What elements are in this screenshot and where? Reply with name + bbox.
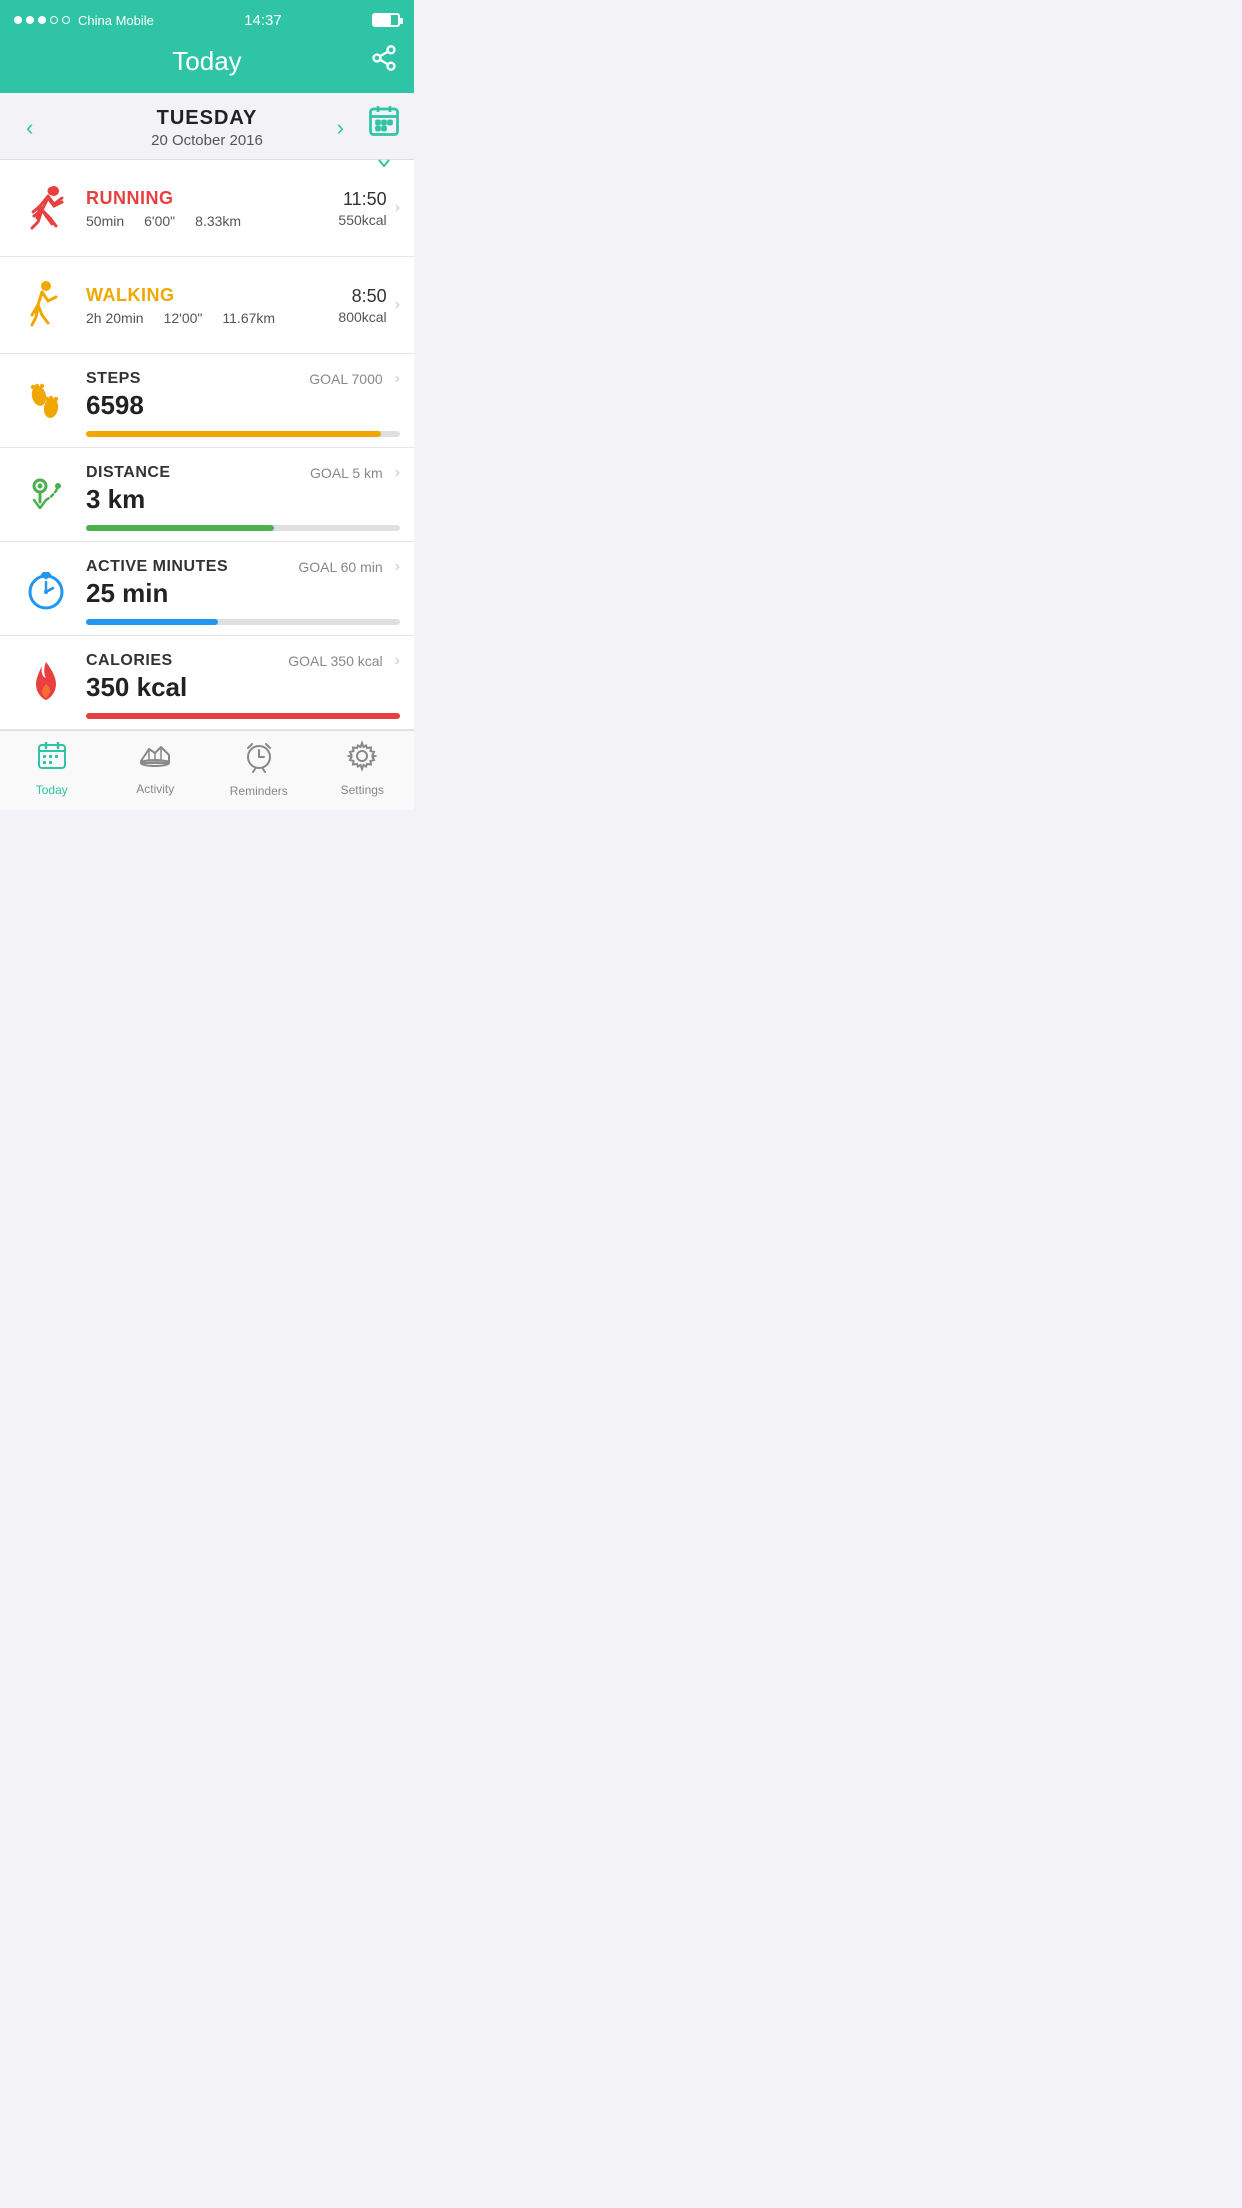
calories-icon <box>14 652 78 716</box>
nav-activity[interactable]: Activity <box>119 741 191 796</box>
battery-fill <box>374 15 391 25</box>
signal-dot-4 <box>50 16 58 24</box>
walking-chevron-icon: › <box>395 296 400 314</box>
active-minutes-info: ACTIVE MINUTES 25 min GOAL 60 min › <box>78 558 400 625</box>
distance-value: 3 km <box>86 484 171 515</box>
calories-value: 350 kcal <box>86 672 187 703</box>
distance-metric-row[interactable]: DISTANCE 3 km GOAL 5 km › <box>0 448 414 542</box>
next-day-button[interactable]: › <box>327 111 354 145</box>
walking-icon <box>14 273 78 337</box>
distance-info: DISTANCE 3 km GOAL 5 km › <box>78 464 400 531</box>
walking-distance: 11.67km <box>222 310 275 326</box>
active-minutes-value: 25 min <box>86 578 228 609</box>
walking-time-wrap: 8:50 800kcal <box>338 286 386 325</box>
steps-value: 6598 <box>86 390 144 421</box>
signal-dot-1 <box>14 16 22 24</box>
walking-activity-row[interactable]: WALKING 2h 20min 12'00" 11.67km 8:50 800… <box>0 257 414 354</box>
day-name: TUESDAY <box>151 107 263 130</box>
today-nav-icon <box>36 740 68 779</box>
calendar-picker-button[interactable] <box>366 103 402 174</box>
steps-progress-bar <box>86 431 400 437</box>
distance-label: DISTANCE <box>86 464 171 482</box>
calories-info: CALORIES 350 kcal GOAL 350 kcal › <box>78 652 400 719</box>
distance-progress-bar <box>86 525 400 531</box>
today-nav-label: Today <box>36 783 68 797</box>
status-bar: China Mobile 14:37 <box>0 0 414 36</box>
calories-progress-bar <box>86 713 400 719</box>
active-minutes-goal-wrap: GOAL 60 min › <box>298 558 400 576</box>
nav-settings[interactable]: Settings <box>326 740 398 797</box>
content-area: RUNNING 50min 6'00" 8.33km 11:50 550kcal… <box>0 160 414 730</box>
distance-goal-wrap: GOAL 5 km › <box>310 464 400 482</box>
active-minutes-progress-fill <box>86 619 218 625</box>
reminders-nav-label: Reminders <box>230 784 288 798</box>
running-distance: 8.33km <box>195 213 241 229</box>
running-activity-row[interactable]: RUNNING 50min 6'00" 8.33km 11:50 550kcal… <box>0 160 414 257</box>
header: Today <box>0 36 414 93</box>
page-title: Today <box>172 46 241 77</box>
bottom-navigation: Today Activity <box>0 730 414 810</box>
running-duration: 50min <box>86 213 124 229</box>
activity-nav-label: Activity <box>136 782 174 796</box>
running-info: RUNNING 50min 6'00" 8.33km <box>78 188 338 229</box>
calories-goal-wrap: GOAL 350 kcal › <box>288 652 400 670</box>
steps-metric-row[interactable]: STEPS 6598 GOAL 7000 › <box>0 354 414 448</box>
distance-icon <box>14 464 78 528</box>
prev-day-button[interactable]: ‹ <box>16 111 43 145</box>
status-left: China Mobile <box>14 13 154 28</box>
active-minutes-goal: GOAL 60 min <box>298 559 382 575</box>
calories-metric-row[interactable]: CALORIES 350 kcal GOAL 350 kcal › <box>0 636 414 730</box>
calories-chevron-icon: › <box>395 652 400 670</box>
walking-stats: 2h 20min 12'00" 11.67km <box>86 310 338 326</box>
steps-goal-wrap: GOAL 7000 › <box>309 370 400 388</box>
running-kcal: 550kcal <box>338 212 386 228</box>
distance-goal: GOAL 5 km <box>310 465 383 481</box>
settings-nav-icon <box>346 740 378 779</box>
signal-dot-5 <box>62 16 70 24</box>
active-minutes-label: ACTIVE MINUTES <box>86 558 228 576</box>
calories-label: CALORIES <box>86 652 187 670</box>
reminders-nav-icon <box>243 739 275 780</box>
walking-info: WALKING 2h 20min 12'00" 11.67km <box>78 285 338 326</box>
active-minutes-metric-row[interactable]: ACTIVE MINUTES 25 min GOAL 60 min › <box>0 542 414 636</box>
active-minutes-progress-bar <box>86 619 400 625</box>
signal-dot-3 <box>38 16 46 24</box>
date-center: TUESDAY 20 October 2016 <box>151 107 263 149</box>
distance-chevron-icon: › <box>395 464 400 482</box>
status-time: 14:37 <box>244 12 282 29</box>
active-minutes-icon <box>14 558 78 622</box>
walking-time: 8:50 <box>338 286 386 307</box>
calories-goal: GOAL 350 kcal <box>288 653 382 669</box>
nav-today[interactable]: Today <box>16 740 88 797</box>
running-icon <box>14 176 78 240</box>
activity-nav-icon <box>137 741 173 778</box>
steps-info: STEPS 6598 GOAL 7000 › <box>78 370 400 437</box>
settings-nav-label: Settings <box>341 783 384 797</box>
walking-label: WALKING <box>86 285 338 306</box>
running-pace: 6'00" <box>144 213 175 229</box>
walking-kcal: 800kcal <box>338 309 386 325</box>
steps-label: STEPS <box>86 370 144 388</box>
walking-duration: 2h 20min <box>86 310 144 326</box>
steps-icon <box>14 370 78 434</box>
running-stats: 50min 6'00" 8.33km <box>86 213 338 229</box>
share-button[interactable] <box>370 44 398 78</box>
running-chevron-icon: › <box>395 199 400 217</box>
nav-reminders[interactable]: Reminders <box>223 739 295 798</box>
running-label: RUNNING <box>86 188 338 209</box>
steps-progress-fill <box>86 431 381 437</box>
running-time-wrap: 11:50 550kcal <box>338 189 386 228</box>
carrier-label: China Mobile <box>78 13 154 28</box>
active-minutes-chevron-icon: › <box>395 558 400 576</box>
date-full: 20 October 2016 <box>151 132 263 149</box>
calories-progress-fill <box>86 713 400 719</box>
distance-progress-fill <box>86 525 274 531</box>
steps-goal: GOAL 7000 <box>309 371 382 387</box>
walking-pace: 12'00" <box>164 310 203 326</box>
signal-dot-2 <box>26 16 34 24</box>
steps-chevron-icon: › <box>395 370 400 388</box>
battery-indicator <box>372 13 400 27</box>
running-time: 11:50 <box>338 189 386 210</box>
date-nav: ‹ TUESDAY 20 October 2016 › <box>0 93 414 160</box>
